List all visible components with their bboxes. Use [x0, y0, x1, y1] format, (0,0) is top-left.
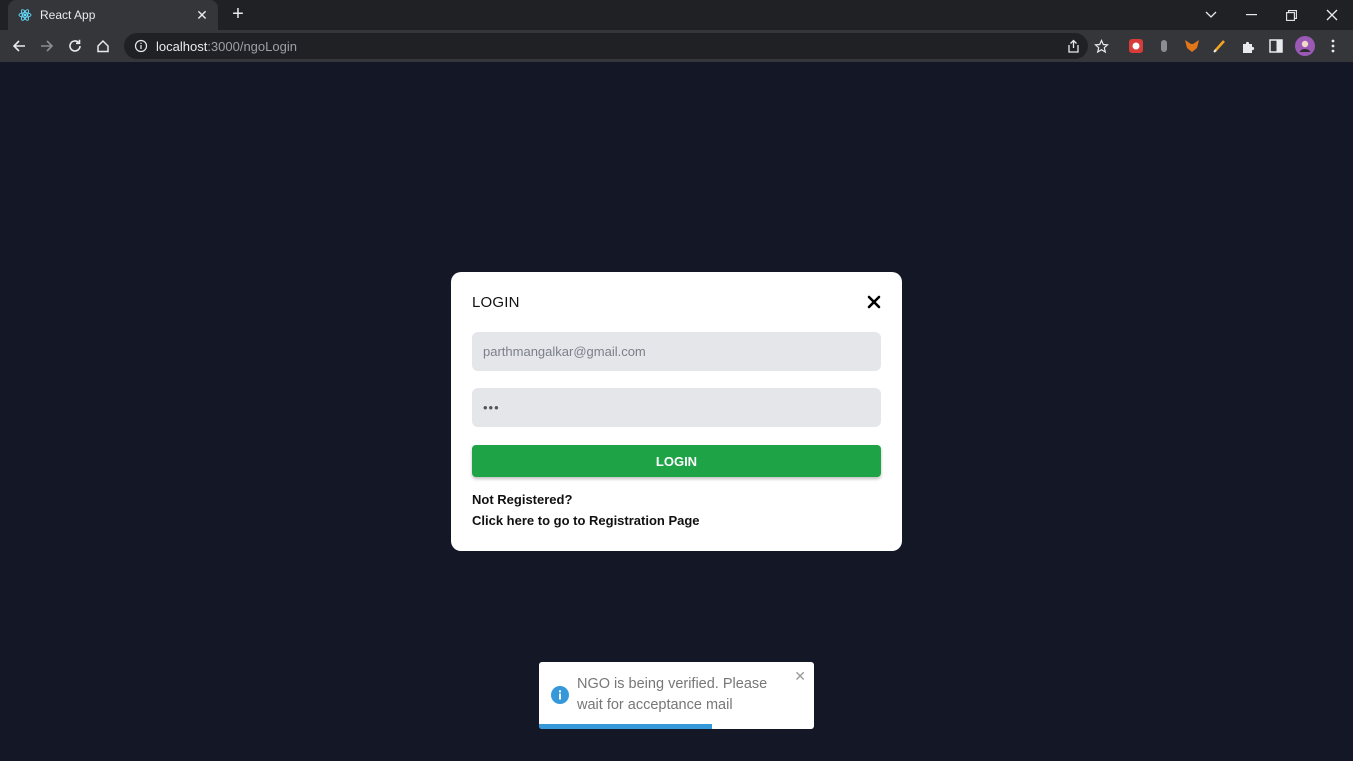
browser-menu-icon[interactable]: [1323, 36, 1343, 56]
password-field[interactable]: [472, 388, 881, 427]
not-registered-label: Not Registered?: [472, 492, 573, 507]
address-bar[interactable]: localhost:3000/ngoLogin: [124, 33, 1088, 59]
info-icon: [551, 686, 569, 704]
registration-link[interactable]: Click here to go to Registration Page: [472, 513, 700, 528]
extension-red-icon[interactable]: [1126, 36, 1146, 56]
site-info-icon[interactable]: [134, 39, 148, 53]
tab-search-icon[interactable]: [1191, 0, 1231, 30]
minimize-icon[interactable]: [1231, 0, 1271, 30]
share-icon[interactable]: [1063, 36, 1083, 56]
login-modal: LOGIN LOGIN Not Registered? Click here t…: [451, 272, 902, 551]
url-path: :3000/ngoLogin: [207, 38, 297, 54]
back-icon[interactable]: [7, 34, 31, 58]
home-icon[interactable]: [91, 34, 115, 58]
metamask-fox-icon[interactable]: [1182, 36, 1202, 56]
extensions-puzzle-icon[interactable]: [1238, 36, 1258, 56]
login-button[interactable]: LOGIN: [472, 445, 881, 477]
pencil-extension-icon[interactable]: [1210, 36, 1230, 56]
forward-icon[interactable]: [35, 34, 59, 58]
tab-close-icon[interactable]: ✕: [194, 7, 210, 24]
toast-progress-bar: [539, 724, 713, 729]
close-icon[interactable]: [866, 294, 882, 310]
url-text: localhost:3000/ngoLogin: [156, 39, 297, 54]
email-field[interactable]: [472, 332, 881, 371]
new-tab-icon[interactable]: +: [228, 4, 248, 24]
tab-title: React App: [40, 8, 96, 22]
window-close-icon[interactable]: [1312, 0, 1352, 30]
browser-tab-bar: React App ✕ +: [0, 0, 1353, 30]
toast-message: NGO is being verified. Please wait for a…: [577, 676, 768, 713]
extension-gray-icon[interactable]: [1154, 36, 1174, 56]
modal-title: LOGIN: [472, 294, 520, 311]
react-icon: [18, 8, 32, 22]
toast-notification: NGO is being verified. Please wait for a…: [539, 662, 814, 729]
bookmark-star-icon[interactable]: [1091, 36, 1111, 56]
reload-icon[interactable]: [63, 34, 87, 58]
toast-close-icon[interactable]: ✕: [794, 668, 806, 685]
side-panel-icon[interactable]: [1266, 36, 1286, 56]
profile-avatar-icon[interactable]: [1295, 36, 1315, 56]
browser-toolbar: localhost:3000/ngoLogin: [0, 30, 1353, 62]
browser-tab[interactable]: React App ✕: [8, 0, 218, 30]
url-host: localhost: [156, 38, 208, 54]
restore-icon[interactable]: [1271, 0, 1311, 30]
page-content: LOGIN LOGIN Not Registered? Click here t…: [0, 62, 1353, 761]
